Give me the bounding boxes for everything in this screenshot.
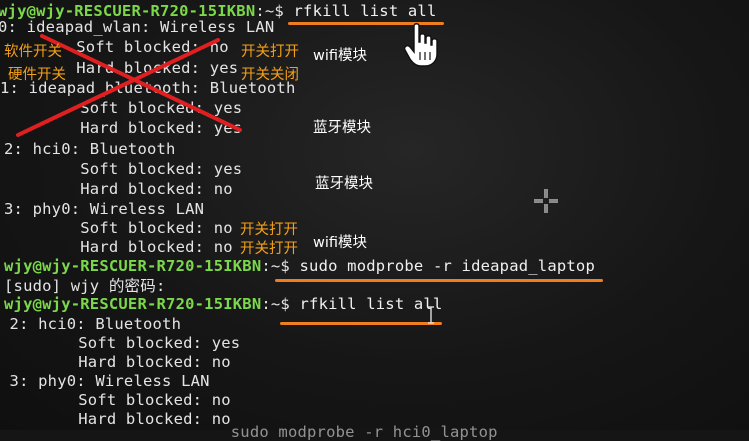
command-text: rfkill list all — [283, 2, 437, 20]
prompt-user-host: wjy@wjy-RESCUER-R720-15IKBN — [4, 257, 262, 275]
output-line: Soft blocked: yes — [4, 160, 243, 178]
output-line: Soft blocked: no — [4, 219, 233, 237]
crosshair-cursor-icon — [534, 189, 558, 213]
output-line: Soft blocked: yes — [2, 334, 241, 352]
terminal-window[interactable]: wjy@wjy-RESCUER-R720-15IKBN:~$ rfkill li… — [0, 0, 749, 441]
command-text: rfkill list all — [289, 295, 443, 313]
output-line: Hard blocked: no — [4, 238, 233, 256]
command-text: sudo modprobe -r ideapad_laptop — [289, 257, 595, 275]
annotation-wifi-module: wifi模块 — [313, 235, 368, 251]
prompt-user-host: wjy@wjy-RESCUER-R720-15IKBN — [4, 295, 262, 313]
annotation-soft-switch: 软件开关 — [4, 44, 62, 60]
command-underline — [280, 322, 442, 325]
output-line: Soft blocked: yes — [4, 99, 243, 117]
annotation-hard-switch: 硬件开关 — [8, 67, 66, 83]
annotation-switch-on: 开关打开 — [240, 241, 298, 257]
output-line: Hard blocked: yes — [4, 119, 243, 137]
annotation-wifi-module: wifi模块 — [313, 48, 368, 64]
output-line: Hard blocked: no — [4, 180, 233, 198]
output-line: Hard blocked: no — [2, 353, 231, 371]
annotation-switch-on: 开关打开 — [241, 44, 299, 60]
output-line: 0: ideapad_wlan: Wireless LAN — [0, 18, 275, 36]
annotation-switch-on: 开关打开 — [240, 222, 298, 238]
annotation-bluetooth-module: 蓝牙模块 — [315, 176, 373, 192]
sudo-password-prompt: [sudo] wjy 的密码: — [4, 277, 166, 295]
prompt-separator: :~$ — [261, 295, 290, 313]
annotation-switch-off: 开关关闭 — [241, 67, 299, 83]
prompt-line-2: wjy@wjy-RESCUER-R720-15IKBN:~$ sudo modp… — [4, 257, 595, 275]
output-line: Soft blocked: no — [2, 391, 231, 409]
hand-pointer-icon — [404, 23, 438, 67]
command-underline — [275, 279, 603, 282]
output-line: 3: phy0: Wireless LAN — [4, 200, 205, 218]
output-line: 2: hci0: Bluetooth — [4, 140, 176, 158]
output-line-partial: sudo modprobe -r hci0_laptop — [2, 423, 498, 441]
output-line: 3: phy0: Wireless LAN — [0, 372, 210, 390]
prompt-separator: :~$ — [261, 257, 290, 275]
annotation-bluetooth-module: 蓝牙模块 — [313, 120, 371, 136]
text-cursor-icon — [428, 306, 434, 324]
prompt-line-3: wjy@wjy-RESCUER-R720-15IKBN:~$ rfkill li… — [4, 295, 442, 313]
output-line: 2: hci0: Bluetooth — [0, 315, 182, 333]
